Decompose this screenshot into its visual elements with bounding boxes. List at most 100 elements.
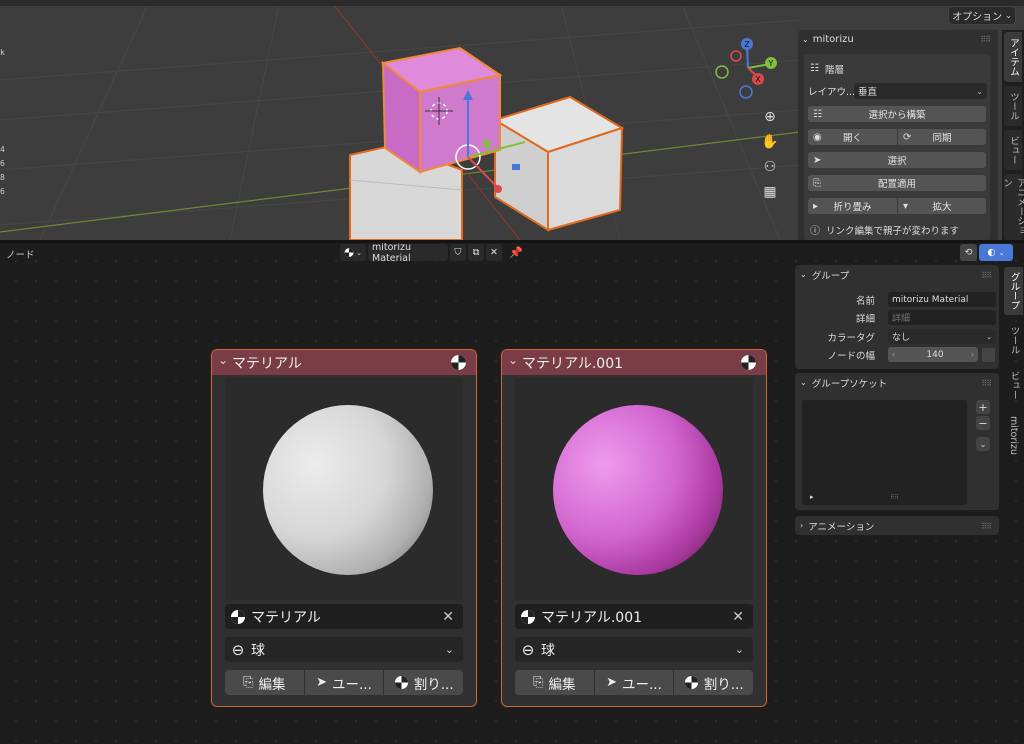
camera-icon[interactable]: ⚇ xyxy=(760,157,780,177)
chevron-down-icon: ⌄ xyxy=(986,332,992,341)
snap-icon[interactable]: ⟲ xyxy=(960,244,977,261)
layout-select[interactable]: 垂直 ⌄ xyxy=(854,83,987,99)
node-header[interactable]: ⌄ マテリアル.001 xyxy=(502,350,766,375)
pin-icon[interactable]: 📌 xyxy=(508,244,524,261)
animation-panel[interactable]: › アニメーション ⠿⠿ xyxy=(795,516,999,535)
edge-text: k xyxy=(0,48,5,57)
blender-window: オプション ⌄ k 4 6 8 6 Z Y X ⊕ ✋ ⚇ ▦ ⌄ mitorizu… xyxy=(0,0,1024,744)
node-header[interactable]: ⌄ マテリアル xyxy=(212,350,476,375)
assign-button[interactable]: 割り... xyxy=(384,670,464,695)
user-button[interactable]: ➤ ユー... xyxy=(304,670,384,695)
remove-socket-button[interactable]: − xyxy=(976,416,990,430)
grip-icon[interactable]: ⠿⠿ xyxy=(981,271,992,280)
tab-animation[interactable]: アニメーション xyxy=(1001,174,1024,240)
grid-icon[interactable]: ▦ xyxy=(760,182,780,202)
chevron-down-icon[interactable]: ⌄ xyxy=(976,437,990,451)
grip-icon[interactable]: ⠿⠿ xyxy=(981,379,992,388)
chevron-down-icon: ⌄ xyxy=(734,643,744,656)
material-field[interactable]: マテリアル ✕ xyxy=(225,604,463,629)
preview-sphere xyxy=(263,405,433,575)
navigation-gizmo[interactable]: Z Y X xyxy=(712,34,784,102)
chevron-down-icon: ⌄ xyxy=(444,643,454,656)
preview-sphere xyxy=(553,405,723,575)
svg-text:X: X xyxy=(755,75,761,84)
material-header: ⌄ mitorizu Material ⛉ ⧉ ✕ 📌 xyxy=(340,243,524,264)
viewport-tabs: アイテム ツール ビュー アニメーション xyxy=(1001,30,1024,240)
add-socket-button[interactable]: + xyxy=(976,400,990,414)
reset-icon[interactable] xyxy=(982,347,995,362)
animation-header[interactable]: › アニメーション xyxy=(795,516,999,535)
info-row: ⓘ リンク編集で親子が変わります xyxy=(808,221,986,238)
chevron-down-icon[interactable]: ⌄ xyxy=(218,353,228,367)
hand-icon[interactable]: ✋ xyxy=(760,132,780,152)
tab-mitorizu[interactable]: mitorizu xyxy=(1004,410,1023,460)
material-name-field[interactable]: mitorizu Material xyxy=(368,243,448,264)
tab-view[interactable]: ビュー xyxy=(1004,365,1023,405)
select-button[interactable]: ➤ 選択 xyxy=(808,152,986,168)
node-button-row: ⎘ 編集 ➤ ユー... 割り... xyxy=(225,670,464,695)
open-button[interactable]: ◉ 開く xyxy=(808,129,897,145)
material-icon xyxy=(394,675,408,690)
socket-list[interactable]: ▸ ⠿⠿ xyxy=(802,400,967,505)
chevron-down-icon: ⌄ xyxy=(800,270,807,279)
node-button-row: ⎘ 編集 ➤ ユー... 割り... xyxy=(515,670,754,695)
clear-icon[interactable]: ✕ xyxy=(732,609,744,625)
expand-button[interactable]: ▾ 拡大 xyxy=(898,198,986,214)
preview-shape-select[interactable]: ⊖ 球 ⌄ xyxy=(225,637,463,662)
material-browse-button[interactable]: ⌄ xyxy=(340,244,366,261)
apply-placement-button[interactable]: ⎘ 配置適用 xyxy=(808,175,986,191)
placement-icon: ⎘ xyxy=(813,177,821,189)
close-icon[interactable]: ✕ xyxy=(486,244,502,261)
fake-user-icon[interactable]: ⛉ xyxy=(450,244,466,261)
zoom-icon[interactable]: ⊕ xyxy=(760,107,780,127)
name-field[interactable]: mitorizu Material xyxy=(888,292,996,307)
group-sockets-header[interactable]: ⌄ グループソケット xyxy=(795,373,999,392)
triangle-down-icon: ▾ xyxy=(903,200,909,212)
sync-button[interactable]: ⟳ 同期 xyxy=(898,129,986,145)
chevron-down-icon[interactable]: ⌄ xyxy=(508,353,518,367)
material-node[interactable]: ⌄ マテリアル.001 マテリアル.001 ✕ ⊖ 球 ⌄ ⎘ 編集 ➤ ユー...… xyxy=(501,349,767,707)
n-panel-header[interactable]: ⌄ mitorizu xyxy=(798,30,998,48)
clear-icon[interactable]: ✕ xyxy=(442,609,454,625)
viewport-header-strip xyxy=(0,0,1024,6)
collapse-button[interactable]: ▸ 折り畳み xyxy=(808,198,897,214)
edit-button[interactable]: ⎘ 編集 xyxy=(225,670,304,695)
sphere-icon: ⊖ xyxy=(521,640,535,659)
node-width-row: ノードの幅 ‹ 140 › xyxy=(801,347,995,362)
material-preview xyxy=(515,378,753,600)
edge-digit: 4 xyxy=(0,145,5,154)
sphere-icon: ⊖ xyxy=(231,640,245,659)
detail-field[interactable]: 詳細 xyxy=(888,310,996,325)
tab-view[interactable]: ビュー xyxy=(1004,130,1022,170)
triangle-right-icon: ▸ xyxy=(810,493,814,501)
material-icon xyxy=(231,609,245,624)
edit-button[interactable]: ⎘ 編集 xyxy=(515,670,594,695)
grip-icon[interactable]: ⠿⠿ xyxy=(980,35,991,44)
cursor-icon: ➤ xyxy=(316,675,328,690)
build-from-selection-button[interactable]: ☷ 選択から構築 xyxy=(808,106,986,122)
duplicate-icon[interactable]: ⧉ xyxy=(468,244,484,261)
overlay-icon[interactable]: ◐ ⌄ xyxy=(979,244,1013,261)
preview-shape-select[interactable]: ⊖ 球 ⌄ xyxy=(515,637,753,662)
user-button[interactable]: ➤ ユー... xyxy=(594,670,674,695)
grip-icon[interactable]: ⠿⠿ xyxy=(981,522,992,531)
3d-viewport[interactable]: オプション ⌄ k 4 6 8 6 Z Y X ⊕ ✋ ⚇ ▦ ⌄ mitorizu… xyxy=(0,0,1024,240)
tab-tool[interactable]: ツール xyxy=(1004,320,1023,360)
options-button[interactable]: オプション ⌄ xyxy=(948,6,1016,25)
tab-item[interactable]: アイテム xyxy=(1004,32,1022,82)
material-field[interactable]: マテリアル.001 ✕ xyxy=(515,604,753,629)
node-width-field[interactable]: ‹ 140 › xyxy=(888,347,978,362)
tab-group[interactable]: グループ xyxy=(1004,267,1023,315)
node-editor[interactable]: ノード ⌄ mitorizu Material ⛉ ⧉ ✕ 📌 ⟲ ◐ ⌄ ⌄ マ… xyxy=(0,243,1024,744)
tab-tool[interactable]: ツール xyxy=(1004,86,1022,126)
assign-button[interactable]: 割り... xyxy=(674,670,754,695)
viewport-scene xyxy=(0,0,800,240)
edge-digit: 8 xyxy=(0,173,5,182)
material-icon xyxy=(521,609,535,624)
edit-icon: ⎘ xyxy=(243,675,254,690)
color-tag-select[interactable]: なし ⌄ xyxy=(888,329,996,344)
material-node[interactable]: ⌄ マテリアル マテリアル ✕ ⊖ 球 ⌄ ⎘ 編集 ➤ ユー... 割り... xyxy=(211,349,477,707)
cube-right xyxy=(492,95,625,232)
group-panel-header[interactable]: ⌄ グループ xyxy=(795,265,999,284)
grip-icon: ⠿⠿ xyxy=(890,494,899,501)
